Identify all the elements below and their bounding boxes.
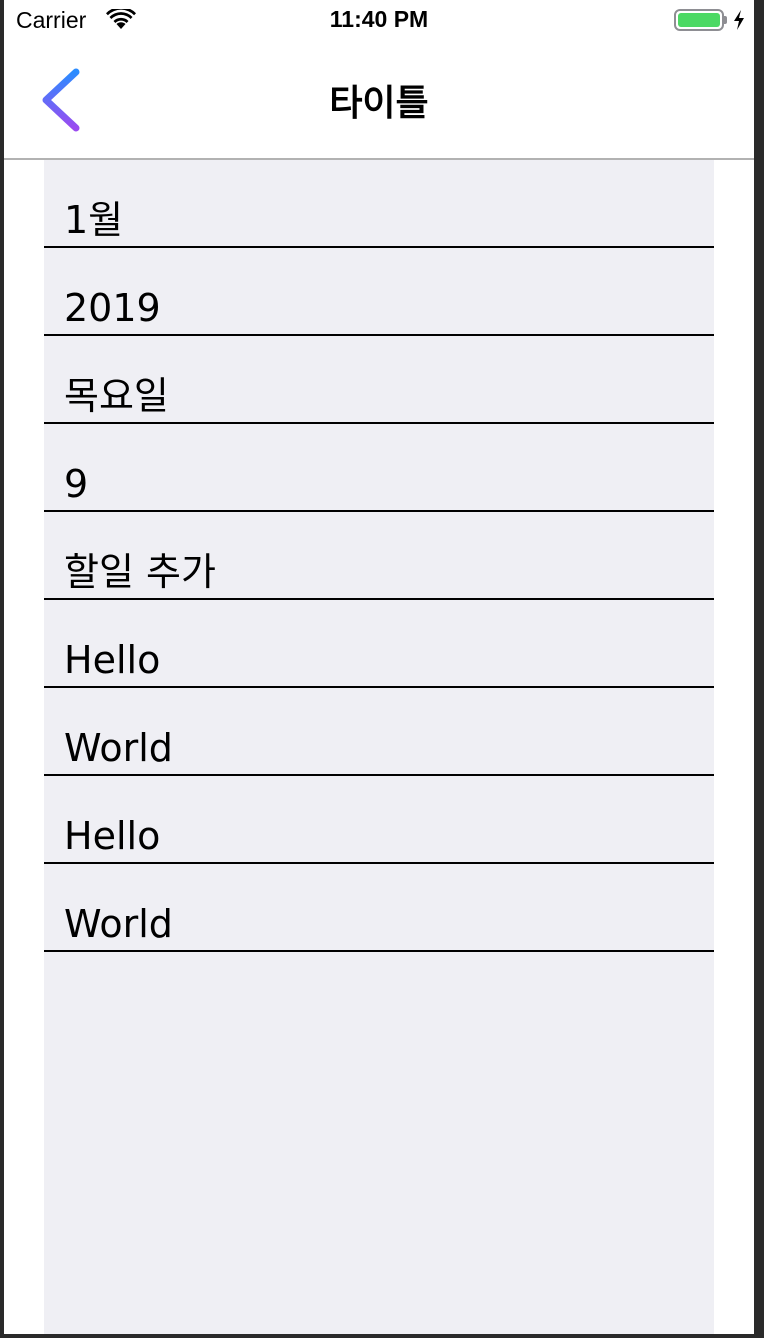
list-item[interactable]: World bbox=[44, 688, 714, 776]
clock: 11:40 PM bbox=[329, 6, 429, 32]
list-item[interactable]: 9 bbox=[44, 424, 714, 512]
list-item[interactable]: 1월 bbox=[44, 160, 714, 248]
phone-screen: Carrier 11:40 PM 타이틀 1월 2019 목요일 9 할일 추가… bbox=[4, 0, 754, 1334]
list-item-label: Hello bbox=[64, 638, 161, 682]
list-item-label: 할일 추가 bbox=[64, 550, 216, 594]
status-bar: Carrier 11:40 PM bbox=[4, 0, 754, 40]
list-item-label: 2019 bbox=[64, 286, 161, 330]
page-title: 타이틀 bbox=[329, 83, 429, 124]
list-container: 1월 2019 목요일 9 할일 추가 Hello World Hello Wo… bbox=[44, 160, 714, 1334]
list-item[interactable]: World bbox=[44, 864, 714, 952]
list-item-label: Hello bbox=[64, 814, 161, 858]
list-item-label: World bbox=[64, 726, 173, 770]
navigation-bar: 타이틀 bbox=[4, 40, 754, 160]
list-item-label: 9 bbox=[64, 462, 89, 506]
list-item-label: 목요일 bbox=[64, 374, 169, 418]
battery-fill bbox=[678, 13, 720, 27]
charging-bolt-icon bbox=[734, 10, 744, 30]
list-item-label: 1월 bbox=[64, 198, 124, 242]
list-item[interactable]: 2019 bbox=[44, 248, 714, 336]
list-item[interactable]: 목요일 bbox=[44, 336, 714, 424]
list-item[interactable]: Hello bbox=[44, 600, 714, 688]
list-item-label: World bbox=[64, 902, 173, 946]
list-item[interactable]: 할일 추가 bbox=[44, 512, 714, 600]
battery-icon bbox=[674, 9, 724, 31]
battery-nub bbox=[724, 16, 727, 24]
list-item[interactable]: Hello bbox=[44, 776, 714, 864]
